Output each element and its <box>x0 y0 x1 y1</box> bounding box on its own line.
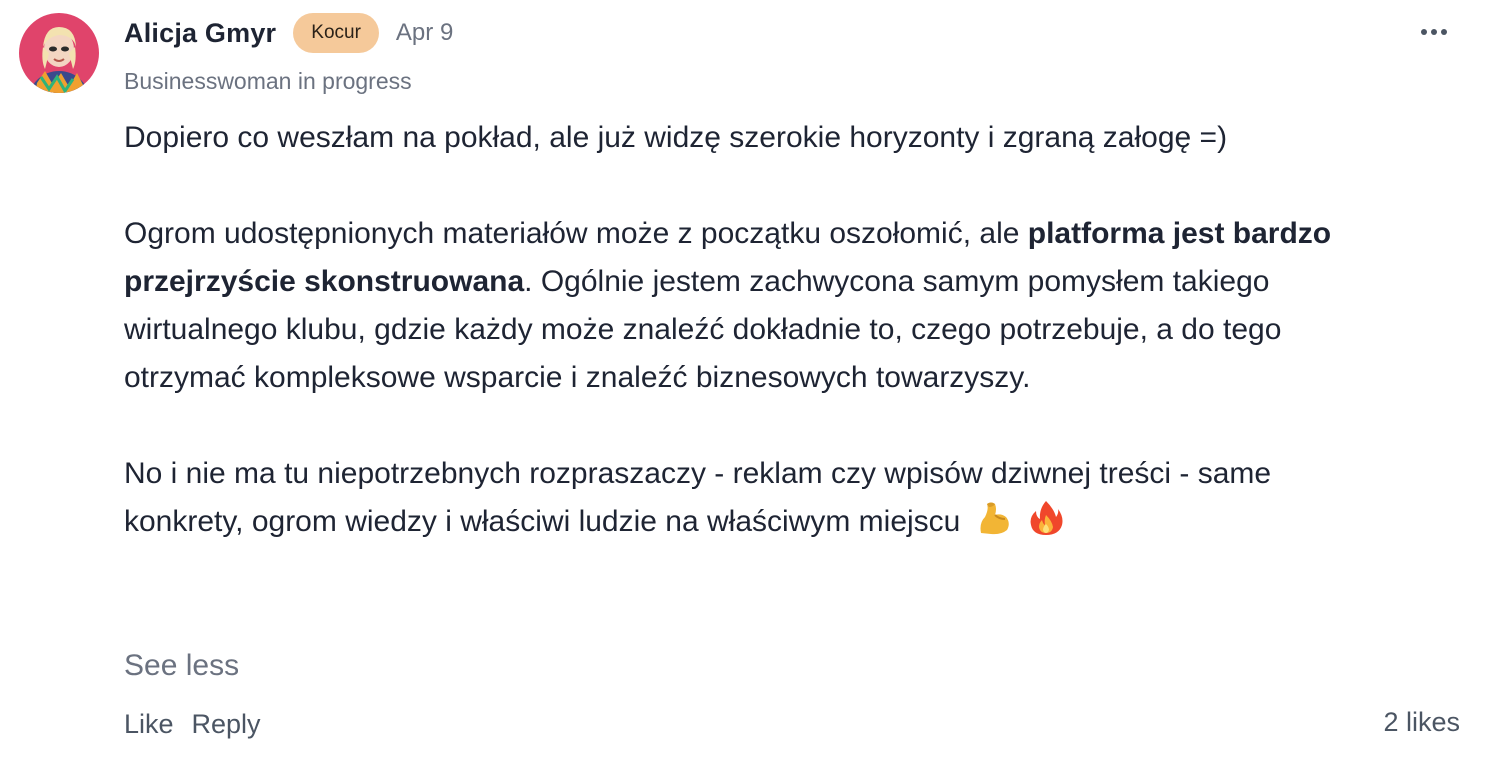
comment-body: Dopiero co weszłam na pokład, ale już wi… <box>124 114 1394 552</box>
post-date[interactable]: Apr 9 <box>396 19 453 47</box>
fire-icon <box>1027 499 1065 552</box>
avatar[interactable] <box>19 13 99 93</box>
role-badge: Kocur <box>293 13 379 53</box>
body-paragraph-2-start: Ogrom udostępnionych materiałów może z p… <box>124 217 1028 250</box>
likes-count[interactable]: 2 likes <box>1383 702 1460 742</box>
reply-button[interactable]: Reply <box>192 704 261 744</box>
comment-post: Alicja Gmyr Kocur Apr 9 Businesswoman in… <box>0 0 1486 768</box>
body-paragraph-1: Dopiero co weszłam na pokład, ale już wi… <box>124 121 1228 154</box>
author-name[interactable]: Alicja Gmyr <box>124 18 276 49</box>
see-less-link[interactable]: See less <box>124 644 239 688</box>
author-headline: Businesswoman in progress <box>124 68 412 94</box>
body-paragraph-3: No i nie ma tu niepotrzebnych rozpraszac… <box>124 450 1394 552</box>
body-paragraph-2: Ogrom udostępnionych materiałów może z p… <box>124 210 1394 402</box>
flexed-biceps-icon <box>975 499 1013 552</box>
like-button[interactable]: Like <box>124 704 174 744</box>
more-horizontal-icon <box>1420 23 1448 41</box>
body-paragraph-3-text: No i nie ma tu niepotrzebnych rozpraszac… <box>124 457 1272 538</box>
comment-header: Alicja Gmyr Kocur Apr 9 <box>124 12 453 54</box>
comment-actions: Like Reply <box>124 704 261 744</box>
more-options-button[interactable] <box>1412 16 1456 48</box>
